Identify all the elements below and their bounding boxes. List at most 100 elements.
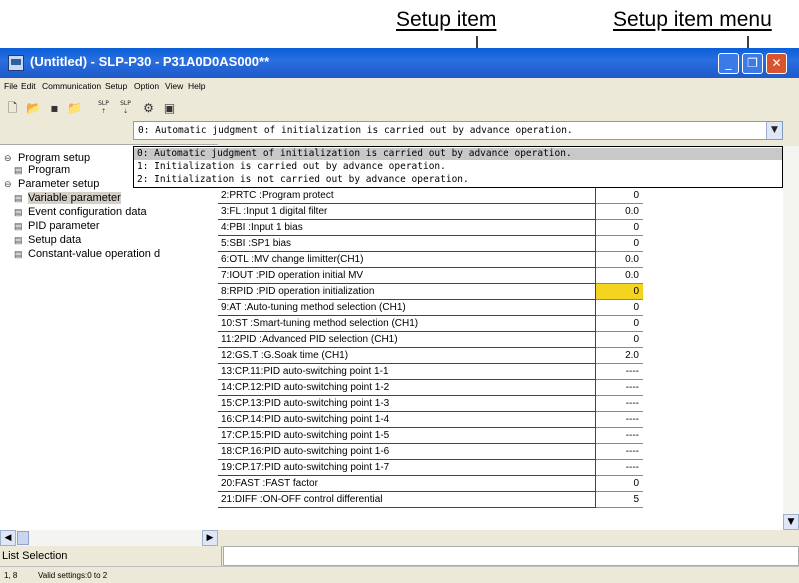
status-bar: 1, 8 Valid settings:0 to 2 [0,566,799,583]
grid-row-value[interactable]: ---- [596,364,643,380]
grid-vertical-scrollbar[interactable]: ▼ [783,146,799,530]
tree-horizontal-scrollbar[interactable]: ◀ ▶ [0,530,218,546]
tree-label: Constant-value operation d [28,248,161,260]
minimize-icon: _ [725,56,732,70]
document-icon: ▤ [14,235,23,245]
tree-label: PID parameter [28,220,100,232]
grid-row-name[interactable]: 2:PRTC :Program protect [218,188,596,204]
tree-label: Event configuration data [28,206,147,218]
maximize-button[interactable]: ❐ [742,53,763,74]
tree-label: Program setup [18,152,91,164]
grid-row-value[interactable]: 0.0 [596,204,643,220]
grid-row-name[interactable]: 5:SBI :SP1 bias [218,236,596,252]
grid-row-value-selected[interactable]: 0 [596,284,643,300]
grid-row-name[interactable]: 21:DIFF :ON-OFF control differential [218,492,596,508]
scroll-left-icon[interactable]: ◀ [0,530,16,546]
grid-row-value[interactable]: ---- [596,396,643,412]
menu-view[interactable]: View [165,81,183,91]
grid-row-name[interactable]: 9:AT :Auto-tuning method selection (CH1) [218,300,596,316]
tree-event-configuration-data[interactable]: ▤ Event configuration data [14,206,147,218]
tree-variable-parameter[interactable]: ▤ Variable parameter [14,192,121,204]
grid-row-value[interactable]: 0.0 [596,268,643,284]
grid-row-value[interactable]: ---- [596,428,643,444]
slp-upload-button[interactable]: SLP ⇡ [95,100,112,117]
grid-row-value[interactable]: 0 [596,300,643,316]
tree-program[interactable]: ▤ Program [14,164,70,176]
folder-open-icon: ⊖ [4,179,12,189]
tree-parameter-setup[interactable]: ⊖ Parameter setup [4,178,99,190]
grid-empty-area [643,146,783,530]
grid-row-name[interactable]: 11:2PID :Advanced PID selection (CH1) [218,332,596,348]
menu-file[interactable]: File [4,81,18,91]
grid-row-name[interactable]: 3:FL :Input 1 digital filter [218,204,596,220]
grid-row-value[interactable]: 0 [596,188,643,204]
tree-label: Variable parameter [28,192,121,204]
grid-row-name[interactable]: 13:CP.11:PID auto-switching point 1-1 [218,364,596,380]
grid-row-value[interactable]: 0 [596,316,643,332]
properties-icon[interactable]: ⚙ [140,100,157,117]
dropdown-arrow-icon[interactable]: ▼ [766,122,782,139]
setup-item-combobox[interactable]: 0: Automatic judgment of initialization … [133,121,783,140]
grid-row-value[interactable]: ---- [596,380,643,396]
grid-row-name[interactable]: 18:CP.16:PID auto-switching point 1-6 [218,444,596,460]
close-button[interactable]: ✕ [766,53,787,74]
tree-label: Setup data [28,234,82,246]
grid-row-name[interactable]: 20:FAST :FAST factor [218,476,596,492]
save-icon[interactable]: ▪ [46,100,63,117]
close-icon: ✕ [771,56,782,70]
grid-row-name[interactable]: 15:CP.13:PID auto-switching point 1-3 [218,396,596,412]
grid-row-name[interactable]: 14:CP.12:PID auto-switching point 1-2 [218,380,596,396]
grid-row-value[interactable]: 0 [596,220,643,236]
menu-bar: File Edit Communication Setup Option Vie… [0,78,799,97]
menu-option-2[interactable]: 2: Initialization is not carried out by … [134,174,782,186]
window-title: (Untitled) - SLP-P30 - P31A0D0AS000** [30,54,270,69]
grid-row-value[interactable]: 0.0 [596,252,643,268]
cursor-position: 1, 8 [4,571,18,580]
setup-tree: ⊖ Program setup ▤ Program ⊖ Parameter setup… [0,144,218,530]
menu-help[interactable]: Help [188,81,205,91]
menu-setup[interactable]: Setup [105,81,127,91]
grid-row-value[interactable]: ---- [596,460,643,476]
grid-row-name[interactable]: 16:CP.14:PID auto-switching point 1-4 [218,412,596,428]
menu-edit[interactable]: Edit [21,81,36,91]
monitor-icon[interactable]: ▣ [161,100,178,117]
toolbar: 🗋 📂 ▪ 📁 SLP ⇡ SLP ⇣ ⚙ ▣ [0,97,799,121]
grid-row-name[interactable]: 19:CP.17:PID auto-switching point 1-7 [218,460,596,476]
grid-row-name[interactable]: 8:RPID :PID operation initialization [218,284,596,300]
new-file-icon[interactable]: 🗋 [4,100,21,117]
combobox-value: 0: Automatic judgment of initialization … [138,125,573,136]
grid-row-value[interactable]: ---- [596,412,643,428]
menu-option-1[interactable]: 1: Initialization is carried out by adva… [134,161,782,173]
grid-row-value[interactable]: 0 [596,332,643,348]
menu-option-0[interactable]: 0: Automatic judgment of initialization … [134,148,782,160]
grid-row-name[interactable]: 6:OTL :MV change limitter(CH1) [218,252,596,268]
document-icon: ▤ [14,221,23,231]
app-window: (Untitled) - SLP-P30 - P31A0D0AS000** _ … [0,48,799,583]
grid-row-name[interactable]: 17:CP.15:PID auto-switching point 1-5 [218,428,596,444]
menu-option[interactable]: Option [134,81,159,91]
grid-row-name[interactable]: 4:PBI :Input 1 bias [218,220,596,236]
grid-row-value[interactable]: 5 [596,492,643,508]
open-folder-icon[interactable]: 📂 [25,100,42,117]
minimize-button[interactable]: _ [718,53,739,74]
scroll-thumb[interactable] [17,531,29,545]
grid-row-value[interactable]: 2.0 [596,348,643,364]
tree-pid-parameter[interactable]: ▤ PID parameter [14,220,100,232]
menu-communication[interactable]: Communication [42,81,101,91]
tree-program-setup[interactable]: ⊖ Program setup [4,152,90,164]
grid-row-value[interactable]: 0 [596,236,643,252]
open-save-icon[interactable]: 📁 [66,100,83,117]
tree-setup-data[interactable]: ▤ Setup data [14,234,81,246]
tree-label: Program [28,164,71,176]
slp-download-button[interactable]: SLP ⇣ [117,100,134,117]
grid-row-value[interactable]: ---- [596,444,643,460]
tree-constant-value-operation[interactable]: ▤ Constant-value operation d [14,248,160,260]
grid-row-value[interactable]: 0 [596,476,643,492]
folder-open-icon: ⊖ [4,153,12,163]
grid-row-name[interactable]: 12:GS.T :G.Soak time (CH1) [218,348,596,364]
grid-row-name[interactable]: 7:IOUT :PID operation initial MV [218,268,596,284]
scroll-down-icon[interactable]: ▼ [783,514,799,530]
title-bar[interactable]: (Untitled) - SLP-P30 - P31A0D0AS000** _ … [0,48,799,78]
scroll-right-icon[interactable]: ▶ [202,530,218,546]
grid-row-name[interactable]: 10:ST :Smart-tuning method selection (CH… [218,316,596,332]
